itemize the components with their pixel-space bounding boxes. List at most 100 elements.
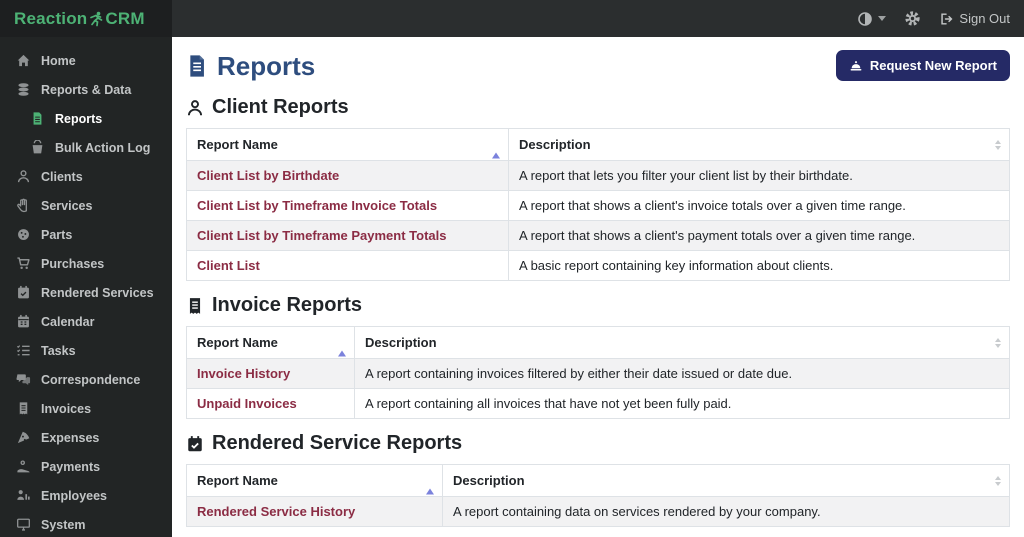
column-header-description[interactable]: Description xyxy=(443,465,1010,497)
table-row: Client List by Timeframe Invoice Totals … xyxy=(187,191,1010,221)
column-header-report-name[interactable]: Report Name xyxy=(187,327,355,359)
calendar-icon xyxy=(16,314,31,329)
section-title: Invoice Reports xyxy=(212,294,362,317)
sidebar-item-label: Home xyxy=(41,54,76,68)
brand-right: CRM xyxy=(105,9,144,29)
brand-left: Reaction xyxy=(14,9,87,29)
section-heading: Invoice Reports xyxy=(186,294,1010,317)
report-description: A basic report containing key informatio… xyxy=(509,251,1010,281)
report-description: A report containing all invoices that ha… xyxy=(355,389,1010,419)
sidebar-item-label: Services xyxy=(41,199,92,213)
report-description: A report that shows a client's invoice t… xyxy=(509,191,1010,221)
sort-both-icon xyxy=(995,140,1001,150)
sidebar-item-label: Clients xyxy=(41,170,83,184)
sidebar-item-rendered-services[interactable]: Rendered Services xyxy=(0,278,172,307)
employees-icon xyxy=(16,488,31,503)
report-file-icon xyxy=(186,54,208,78)
sidebar-item-parts[interactable]: Parts xyxy=(0,220,172,249)
sidebar-item-label: Bulk Action Log xyxy=(55,141,150,155)
column-header-report-name[interactable]: Report Name xyxy=(187,465,443,497)
half-circle-icon xyxy=(857,11,873,27)
table-header-row: Report Name Description xyxy=(187,465,1010,497)
sidebar-item-label: Reports xyxy=(55,112,102,126)
report-link[interactable]: Client List by Timeframe Invoice Totals xyxy=(197,198,437,213)
table-header-row: Report Name Description xyxy=(187,327,1010,359)
sign-out-icon xyxy=(939,12,953,26)
sidebar-item-employees[interactable]: Employees xyxy=(0,481,172,510)
sign-out-button[interactable]: Sign Out xyxy=(939,11,1010,26)
sort-asc-icon xyxy=(426,473,434,488)
sidebar-item-reports[interactable]: Reports xyxy=(0,104,172,133)
report-link[interactable]: Client List by Timeframe Payment Totals xyxy=(197,228,446,243)
request-new-report-button[interactable]: Request New Report xyxy=(836,50,1010,81)
page-title-text: Reports xyxy=(217,50,315,82)
sort-both-icon xyxy=(995,476,1001,486)
column-label: Report Name xyxy=(197,137,278,152)
sidebar-item-services[interactable]: Services xyxy=(0,191,172,220)
report-link[interactable]: Rendered Service History xyxy=(197,504,355,519)
brand-logo[interactable]: Reaction CRM xyxy=(0,0,172,37)
table-row: Client List by Birthdate A report that l… xyxy=(187,161,1010,191)
column-label: Report Name xyxy=(197,335,278,350)
report-description: A report containing invoices filtered by… xyxy=(355,359,1010,389)
invoice-reports-table: Report Name Description Invoice History … xyxy=(186,326,1010,419)
section-invoice-reports: Invoice Reports Report Name Description xyxy=(186,294,1010,419)
sidebar: Home Reports & Data Reports Bulk Action … xyxy=(0,37,172,537)
sort-asc-icon xyxy=(338,335,346,350)
sign-out-label: Sign Out xyxy=(959,11,1010,26)
section-title: Rendered Service Reports xyxy=(212,432,462,455)
sidebar-item-purchases[interactable]: Purchases xyxy=(0,249,172,278)
table-header-row: Report Name Description xyxy=(187,129,1010,161)
column-header-description[interactable]: Description xyxy=(509,129,1010,161)
sidebar-item-correspondence[interactable]: Correspondence xyxy=(0,365,172,394)
chevron-down-icon xyxy=(878,16,886,21)
column-header-description[interactable]: Description xyxy=(355,327,1010,359)
payment-hand-icon xyxy=(16,459,31,474)
report-link[interactable]: Invoice History xyxy=(197,366,290,381)
cookie-icon xyxy=(16,227,31,242)
sidebar-item-label: System xyxy=(41,518,85,532)
receipt-icon xyxy=(16,401,31,416)
report-link[interactable]: Client List xyxy=(197,258,260,273)
column-header-report-name[interactable]: Report Name xyxy=(187,129,509,161)
sidebar-item-tasks[interactable]: Tasks xyxy=(0,336,172,365)
sidebar-item-calendar[interactable]: Calendar xyxy=(0,307,172,336)
sidebar-item-payments[interactable]: Payments xyxy=(0,452,172,481)
sidebar-item-bulk-action-log[interactable]: Bulk Action Log xyxy=(0,133,172,162)
runner-icon xyxy=(88,11,104,27)
person-icon xyxy=(16,169,31,184)
sidebar-item-system[interactable]: System xyxy=(0,510,172,537)
column-label: Report Name xyxy=(197,473,278,488)
sidebar-item-expenses[interactable]: Expenses xyxy=(0,423,172,452)
page-title: Reports xyxy=(186,50,315,82)
home-icon xyxy=(16,53,31,68)
sidebar-item-home[interactable]: Home xyxy=(0,46,172,75)
user-icon xyxy=(186,99,204,117)
table-row: Rendered Service History A report contai… xyxy=(187,497,1010,527)
sidebar-item-label: Purchases xyxy=(41,257,104,271)
page-header: Reports Request New Report xyxy=(186,50,1010,82)
sidebar-item-label: Calendar xyxy=(41,315,95,329)
tasks-icon xyxy=(16,343,31,358)
sidebar-item-invoices[interactable]: Invoices xyxy=(0,394,172,423)
table-row: Client List by Timeframe Payment Totals … xyxy=(187,221,1010,251)
section-client-reports: Client Reports Report Name Description xyxy=(186,96,1010,281)
bucket-icon xyxy=(30,140,45,155)
bell-icon xyxy=(849,59,863,73)
brand-text: Reaction CRM xyxy=(14,9,145,29)
pizza-icon xyxy=(16,430,31,445)
table-row: Invoice History A report containing invo… xyxy=(187,359,1010,389)
receipt-icon xyxy=(186,297,204,315)
sidebar-item-clients[interactable]: Clients xyxy=(0,162,172,191)
sidebar-item-label: Expenses xyxy=(41,431,99,445)
report-link[interactable]: Client List by Birthdate xyxy=(197,168,339,183)
sidebar-item-reports-and-data[interactable]: Reports & Data xyxy=(0,75,172,104)
settings-button[interactable] xyxy=(904,10,921,27)
report-link[interactable]: Unpaid Invoices xyxy=(197,396,297,411)
rendered-service-reports-table: Report Name Description Rendered Service… xyxy=(186,464,1010,527)
topbar-actions: Sign Out xyxy=(857,10,1024,27)
sidebar-item-label: Employees xyxy=(41,489,107,503)
theme-toggle-dropdown[interactable] xyxy=(857,11,886,27)
section-title: Client Reports xyxy=(212,96,349,119)
column-label: Description xyxy=(453,473,525,488)
